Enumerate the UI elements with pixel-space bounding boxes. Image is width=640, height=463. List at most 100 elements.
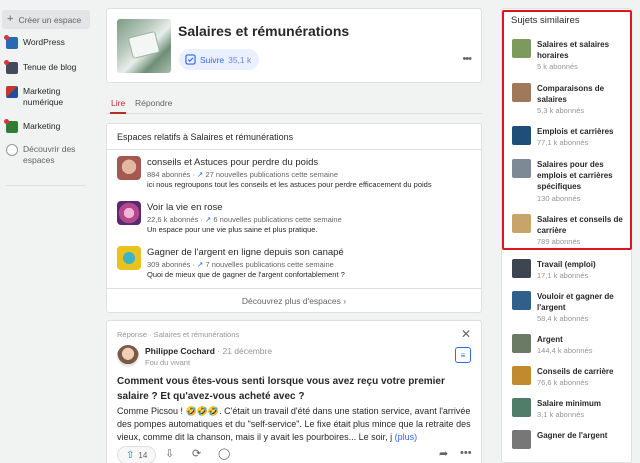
tab-read[interactable]: Lire [111, 98, 125, 108]
compass-icon [6, 144, 18, 156]
topic-header-card: Salaires et rémunérations Suivre 35,1 k … [106, 8, 482, 83]
topic-name: Salaire minimum [537, 399, 602, 408]
sidebar-item-label: Marketing [23, 121, 61, 131]
answer-text: Comme Picsou ! 🤣🤣🤣. C'était un travail d… [117, 405, 472, 444]
left-sidebar: + Créer un espace [0, 0, 92, 29]
space-description: Un espace pour une vie plus saine et plu… [147, 225, 318, 234]
space-description: Quoi de mieux que de gagner de l'argent … [147, 270, 345, 279]
upvote-button[interactable]: ⇧ 14 [117, 446, 157, 463]
space-avatar [117, 246, 141, 270]
create-space-button[interactable]: + Créer un espace [2, 10, 90, 29]
discover-more-spaces-link[interactable]: Découvrez plus d'espaces › [107, 296, 481, 306]
space-description: ici nous regroupons tout les conseils et… [147, 180, 432, 189]
blog-space-icon [4, 60, 18, 74]
create-space-label: Créer un espace [18, 14, 82, 25]
follow-icon [185, 54, 196, 65]
sidebar-item-marketing[interactable]: Marketing [0, 119, 61, 133]
space-item[interactable]: Gagner de l'argent en ligne depuis son c… [117, 246, 477, 284]
topic-name: Conseils de carrière [537, 367, 614, 376]
topic-name: Salaires et conseils de carrière [537, 215, 623, 235]
plus-icon: + [7, 13, 14, 25]
topic-name: Comparaisons de salaires [537, 84, 605, 104]
related-spaces-heading: Espaces relatifs à Salaires et rémunérat… [117, 132, 294, 142]
topic-name: Vouloir et gagner de l'argent [537, 292, 614, 312]
unread-dot-icon [4, 35, 9, 40]
sidebar-item-label: Découvrir des espaces [23, 144, 76, 165]
bookmark-icon[interactable]: ≡ [455, 347, 471, 363]
share-icon[interactable]: ➦ [439, 447, 448, 460]
space-item[interactable]: Voir la vie en rose 22,6 k abonnés · ↗ 6… [117, 201, 477, 239]
active-tab-indicator [110, 112, 126, 114]
topic-thumbnail [512, 366, 531, 385]
topic-thumbnail [512, 334, 531, 353]
topic-thumbnail [512, 83, 531, 102]
space-name: conseils et Astuces pour perdre du poids [147, 157, 319, 168]
topic-thumbnail [512, 214, 531, 233]
sidebar-divider [6, 185, 86, 186]
trending-icon: ↗ [204, 215, 212, 224]
topic-tabs: Lire Répondre [106, 92, 482, 114]
topic-followers: 76,6 k abonnés [537, 378, 589, 387]
marketing-space-icon [4, 119, 18, 133]
more-options-icon[interactable]: ••• [460, 447, 472, 459]
comment-icon[interactable]: ◯ [218, 447, 230, 460]
sidebar-item-wordpress[interactable]: WordPress [0, 35, 65, 49]
divider [107, 149, 481, 150]
space-followers: 884 abonnés [147, 170, 191, 179]
page-title: Salaires et rémunérations [178, 23, 350, 39]
space-name: Voir la vie en rose [147, 202, 223, 213]
marketing-numerique-space-icon [6, 86, 18, 98]
topic-followers: 77,1 k abonnés [537, 138, 589, 147]
space-name: Gagner de l'argent en ligne depuis son c… [147, 247, 344, 258]
topic-followers: 789 abonnés [537, 237, 581, 246]
wordpress-space-icon [4, 35, 18, 49]
upvote-count: 14 [138, 450, 148, 460]
question-title[interactable]: Comment vous êtes-vous senti lorsque vou… [117, 374, 472, 404]
sidebar-item-discover-spaces[interactable]: Découvrir des espaces [0, 144, 90, 166]
author-name[interactable]: Philippe Cochard [145, 346, 215, 356]
space-meta: 309 abonnés · ↗ 7 nouvelles publications… [147, 260, 334, 269]
close-icon[interactable]: ✕ [461, 327, 471, 341]
answer-body: Comme Picsou ! 🤣🤣🤣. C'était un travail d… [117, 406, 471, 442]
topic-thumbnail [512, 291, 531, 310]
topic-thumbnail [512, 126, 531, 145]
space-meta: 22,6 k abonnés · ↗ 6 nouvelles publicati… [147, 215, 342, 224]
topic-name: Travail (emploi) [537, 260, 596, 269]
topic-name: Argent [537, 335, 563, 344]
space-followers: 309 abonnés [147, 260, 191, 269]
discover-label: Découvrez plus d'espaces [241, 296, 341, 306]
topic-followers: 130 abonnés [537, 194, 581, 203]
topic-name: Gagner de l'argent [537, 431, 608, 440]
downvote-icon[interactable]: ⇩ [165, 447, 174, 460]
answer-card: Réponse · Salaires et rémunérations ✕ Ph… [106, 320, 482, 463]
tab-answer[interactable]: Répondre [135, 98, 172, 108]
chevron-right-icon: › [343, 296, 347, 306]
topic-followers: 5 k abonnés [537, 62, 578, 71]
topic-followers: 144,4 k abonnés [537, 346, 593, 355]
avatar[interactable] [117, 345, 139, 367]
answer-context: Réponse · Salaires et rémunérations [117, 330, 240, 339]
topic-name: Salaires et salaires horaires [537, 40, 610, 60]
topic-followers: 5,3 k abonnés [537, 106, 585, 115]
topic-thumbnail [512, 39, 531, 58]
read-more-link[interactable]: (plus) [395, 432, 418, 442]
space-followers: 22,6 k abonnés [147, 215, 199, 224]
space-avatar [117, 201, 141, 225]
sidebar-item-tenue-de-blog[interactable]: Tenue de blog [0, 60, 76, 74]
topic-thumbnail [512, 259, 531, 278]
space-item[interactable]: conseils et Astuces pour perdre du poids… [117, 156, 477, 194]
sidebar-item-label: WordPress [23, 37, 65, 47]
unread-dot-icon [4, 119, 9, 124]
sidebar-item-label: Marketing numérique [23, 86, 64, 107]
topic-followers: 58,4 k abonnés [537, 314, 589, 323]
space-posts: 6 nouvelles publications cette semaine [213, 215, 342, 224]
more-options-icon[interactable]: ••• [462, 53, 472, 65]
sidebar-item-marketing-numerique[interactable]: Marketing numérique [0, 86, 90, 108]
topic-thumbnail [512, 159, 531, 178]
topic-name: Salaires pour des emplois et carrières s… [537, 160, 613, 191]
follow-button[interactable]: Suivre 35,1 k [179, 49, 260, 70]
related-topics-card: Sujets similaires Salaires et salaires h… [501, 8, 632, 463]
related-spaces-card: Espaces relatifs à Salaires et rémunérat… [106, 123, 482, 313]
share-cycle-icon[interactable]: ⟳ [192, 447, 201, 460]
follow-count: 35,1 k [228, 54, 252, 65]
